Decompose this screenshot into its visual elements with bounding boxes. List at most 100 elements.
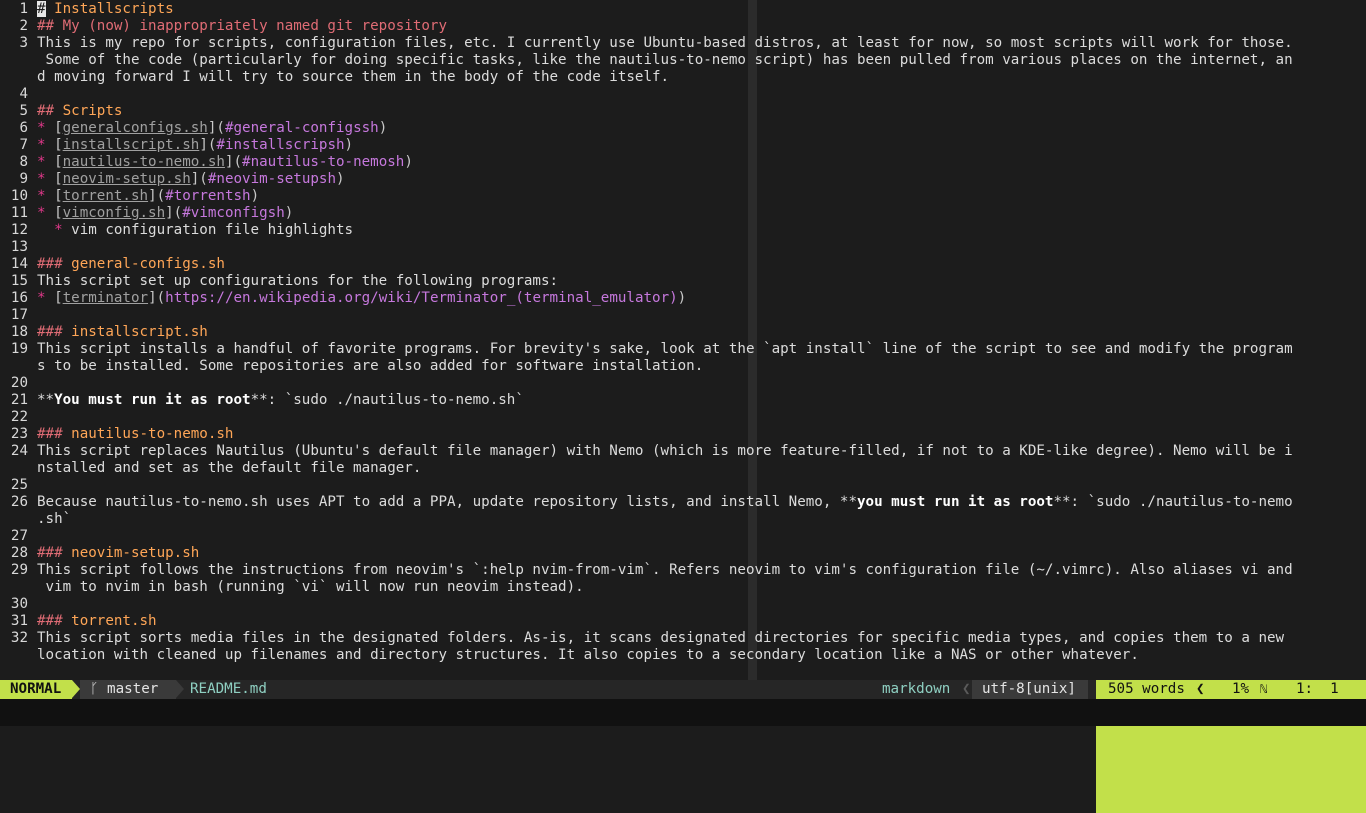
text-segment: [	[45, 154, 63, 170]
line-text: ### neovim-setup.sh	[37, 545, 199, 562]
line-number: 10	[10, 188, 28, 204]
buffer-line[interactable]: nstalled and set as the default file man…	[0, 460, 1366, 477]
line-number-icon: ℕ	[1260, 682, 1268, 696]
line-text: Because nautilus-to-nemo.sh uses APT to …	[37, 494, 1293, 511]
text-segment: **: `sudo ./nautilus-to-nemo	[1053, 494, 1293, 510]
buffer-line[interactable]: 5 ## Scripts	[0, 103, 1366, 120]
text-segment: nautilus-to-nemo.sh	[62, 154, 225, 170]
buffer-line[interactable]: 28 ### neovim-setup.sh	[0, 545, 1366, 562]
separator-icon: ❮	[1196, 681, 1205, 697]
buffer-line[interactable]: .sh`	[0, 511, 1366, 528]
command-line[interactable]	[0, 699, 1366, 726]
buffer-line[interactable]: 22	[0, 409, 1366, 426]
text-segment: general-configs.sh	[62, 256, 225, 272]
text-segment: nstalled and set as the default file man…	[37, 460, 422, 476]
line-text: * [generalconfigs.sh](#general-configssh…	[37, 120, 387, 137]
line-number: 18	[10, 324, 28, 340]
buffer-line[interactable]: 11 * [vimconfig.sh](#vimconfigsh)	[0, 205, 1366, 222]
editor-pane[interactable]: 1 # Installscripts 2 ## My (now) inappropri…	[0, 0, 1366, 680]
text-segment: )	[677, 290, 687, 306]
buffer-line[interactable]: 20	[0, 375, 1366, 392]
text-segment: ](	[190, 171, 208, 187]
buffer-line[interactable]: 32 This script sorts media files in the d…	[0, 630, 1366, 647]
buffer-line[interactable]: 12 * vim configuration file highlights	[0, 222, 1366, 239]
buffer-line[interactable]: 14 ### general-configs.sh	[0, 256, 1366, 273]
text-segment: *	[37, 171, 46, 187]
filetype-separator-icon: ❮	[962, 681, 971, 697]
text-segment: .sh`	[37, 511, 72, 527]
text-segment: vim to nvim in bash (running `vi` will n…	[37, 579, 584, 595]
buffer-line[interactable]: 21 **You must run it as root**: `sudo ./n…	[0, 392, 1366, 409]
buffer-line[interactable]: location with cleaned up filenames and d…	[0, 647, 1366, 664]
line-number: 14	[10, 256, 28, 272]
text-segment: d moving forward I will try to source th…	[37, 69, 670, 85]
buffer-line[interactable]: 4	[0, 86, 1366, 103]
text-segment: Scripts	[54, 103, 123, 119]
text-segment: )	[335, 171, 345, 187]
buffer-line[interactable]: 30	[0, 596, 1366, 613]
buffer-line[interactable]: s to be installed. Some repositories are…	[0, 358, 1366, 375]
line-number: 25	[10, 477, 28, 493]
line-number: 8	[19, 154, 28, 170]
word-count: 505 words	[1108, 681, 1185, 697]
text-segment: [	[45, 188, 63, 204]
buffer-line[interactable]: vim to nvim in bash (running `vi` will n…	[0, 579, 1366, 596]
line-text: ## Scripts	[37, 103, 122, 120]
text-segment: installscript.sh	[62, 137, 200, 153]
buffer-line[interactable]: 2 ## My (now) inappropriately named git r…	[0, 18, 1366, 35]
buffer-line[interactable]: 23 ### nautilus-to-nemo.sh	[0, 426, 1366, 443]
buffer-line[interactable]: 8 * [nautilus-to-nemo.sh](#nautilus-to-ne…	[0, 154, 1366, 171]
text-segment: Because nautilus-to-nemo.sh uses APT to …	[37, 494, 857, 510]
buffer-line[interactable]: 31 ### torrent.sh	[0, 613, 1366, 630]
text-segment: You must run it as root	[54, 392, 251, 408]
file-encoding: utf-8[unix]	[972, 680, 1088, 699]
text-segment: s to be installed. Some repositories are…	[37, 358, 704, 374]
buffer-line[interactable]: 3 This is my repo for scripts, configurat…	[0, 35, 1366, 52]
buffer-line[interactable]: 1 # Installscripts	[0, 1, 1366, 18]
text-segment: vim configuration file highlights	[62, 222, 354, 238]
file-name: README.md	[190, 681, 267, 697]
line-number: 7	[19, 137, 28, 153]
buffer-line[interactable]: 15 This script set up configurations for …	[0, 273, 1366, 290]
buffer-line[interactable]: 10 * [torrent.sh](#torrentsh)	[0, 188, 1366, 205]
buffer-line[interactable]: 7 * [installscript.sh](#installscripsh)	[0, 137, 1366, 154]
line-text: * [terminator](https://en.wikipedia.org/…	[37, 290, 686, 307]
text-segment: )	[284, 205, 294, 221]
line-number: 4	[19, 86, 28, 102]
text-segment: [	[45, 137, 63, 153]
buffer-line[interactable]: 18 ### installscript.sh	[0, 324, 1366, 341]
line-text: ### installscript.sh	[37, 324, 208, 341]
buffer-line[interactable]	[0, 664, 1366, 680]
buffer-line[interactable]: Some of the code (particularly for doing…	[0, 52, 1366, 69]
buffer-line[interactable]: 16 * [terminator](https://en.wikipedia.or…	[0, 290, 1366, 307]
text-segment: [	[45, 290, 63, 306]
line-text: d moving forward I will try to source th…	[37, 69, 669, 86]
line-number: 21	[10, 392, 28, 408]
text-segment: ###	[37, 613, 63, 629]
buffer-line[interactable]: 29 This script follows the instructions f…	[0, 562, 1366, 579]
buffer-line[interactable]: 24 This script replaces Nautilus (Ubuntu'…	[0, 443, 1366, 460]
line-text: nstalled and set as the default file man…	[37, 460, 421, 477]
buffer-line[interactable]: 13	[0, 239, 1366, 256]
text-segment: torrent.sh	[62, 188, 149, 204]
text-segment: #installscripsh	[216, 137, 345, 153]
buffer-line[interactable]: 19 This script installs a handful of favo…	[0, 341, 1366, 358]
line-text: * [torrent.sh](#torrentsh)	[37, 188, 259, 205]
text-segment: #	[37, 1, 46, 17]
mode-separator	[72, 680, 80, 698]
git-branch: ᚴ master	[80, 680, 176, 699]
buffer-line[interactable]: 6 * [generalconfigs.sh](#general-configss…	[0, 120, 1366, 137]
line-text: * vim configuration file highlights	[37, 222, 353, 239]
buffer-line[interactable]: 9 * [neovim-setup.sh](#neovim-setupsh)	[0, 171, 1366, 188]
buffer-line[interactable]: 27	[0, 528, 1366, 545]
text-segment: ###	[37, 426, 63, 442]
text-segment: vimconfig.sh	[62, 205, 166, 221]
text-segment: This script installs a handful of favori…	[37, 341, 1293, 357]
line-number: 11	[10, 205, 28, 221]
buffer-line[interactable]: 25	[0, 477, 1366, 494]
branch-separator	[176, 680, 184, 698]
buffer-line[interactable]: 17	[0, 307, 1366, 324]
buffer-line[interactable]: d moving forward I will try to source th…	[0, 69, 1366, 86]
text-segment: **	[37, 392, 55, 408]
buffer-line[interactable]: 26 Because nautilus-to-nemo.sh uses APT t…	[0, 494, 1366, 511]
